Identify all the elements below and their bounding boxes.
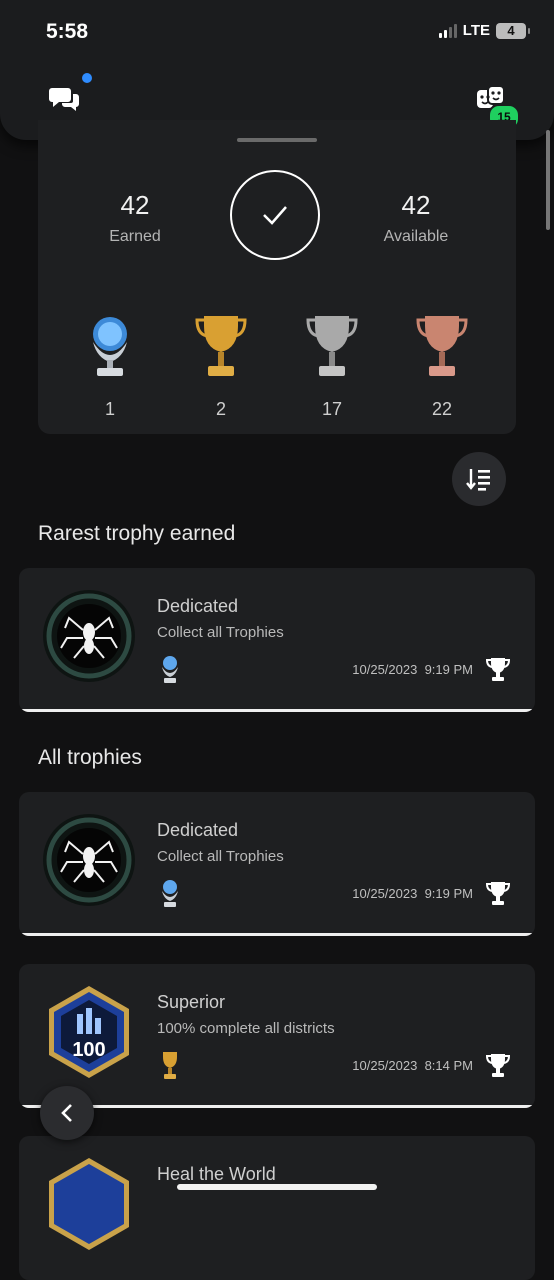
earned-label: Earned [109, 228, 161, 245]
trophy-row[interactable]: 100 Superior 100% complete all districts… [19, 964, 535, 1108]
trophy-row[interactable]: Dedicated Collect all Trophies 10/25/202… [19, 792, 535, 936]
trophy-description: Collect all Trophies [157, 848, 284, 865]
district-badge-icon: 100 [49, 986, 129, 1078]
gold-count: 2 [215, 399, 226, 419]
unread-dot [82, 73, 92, 83]
district-badge-text: 100 [72, 1039, 105, 1061]
home-indicator[interactable] [177, 1184, 377, 1190]
platinum-trophy-icon [93, 317, 127, 376]
bronze-count: 22 [431, 399, 453, 419]
all-trophies-section-title: All trophies [38, 746, 142, 769]
battery-icon: 4 [496, 22, 530, 39]
rarest-trophy-card[interactable]: Dedicated Collect all Trophies 10/25/202… [19, 568, 535, 712]
available-label: Available [383, 228, 449, 245]
trophy-description: 100% complete all districts [157, 1020, 335, 1037]
complete-check-icon [230, 170, 320, 260]
trophy-cup-icon [485, 882, 511, 905]
bronze-trophy-summary: 22 [402, 312, 482, 420]
trophy-name: Heal the World [157, 1164, 276, 1184]
platinum-count: 1 [104, 399, 115, 419]
card-underline [19, 1105, 535, 1108]
gold-trophy-summary: 2 [181, 312, 261, 420]
back-button[interactable] [40, 1086, 94, 1140]
trophy-earned-datetime: 10/25/2023 9:19 PM [352, 662, 473, 677]
rarest-section-title: Rarest trophy earned [38, 522, 236, 545]
card-underline [19, 709, 535, 712]
trophy-cup-icon [485, 1054, 511, 1077]
messages-icon[interactable] [48, 84, 82, 114]
trophy-row[interactable]: Heal the World [19, 1136, 535, 1280]
chevron-left-icon [61, 1104, 72, 1122]
trophy-description: Collect all Trophies [157, 624, 284, 641]
sort-icon [466, 469, 490, 491]
trophy-earned-datetime: 10/25/2023 9:19 PM [352, 886, 473, 901]
sort-button[interactable] [452, 452, 506, 506]
silver-trophy-icon [306, 316, 358, 376]
platinum-trophy-summary: 1 [70, 312, 150, 420]
platinum-trophy-icon [162, 880, 178, 907]
spider-emblem-icon [43, 814, 135, 906]
trophy-cup-icon [485, 658, 511, 681]
heal-badge-icon [49, 1158, 129, 1250]
bronze-trophy-icon [416, 316, 468, 376]
scrollbar[interactable] [546, 130, 550, 230]
signal-icon [438, 23, 457, 38]
trophy-name: Dedicated [157, 596, 239, 616]
trophy-name: Dedicated [157, 820, 239, 840]
platinum-trophy-icon [162, 656, 178, 683]
gold-trophy-icon [195, 316, 247, 376]
status-time: 5:58 [46, 20, 89, 43]
sheet-grabber[interactable] [237, 138, 317, 142]
earned-count: 42 [120, 190, 150, 220]
trophy-name: Superior [157, 992, 226, 1012]
silver-count: 17 [321, 399, 343, 419]
status-indicators: LTE 4 [438, 22, 530, 39]
trophy-earned-datetime: 10/25/2023 8:14 PM [352, 1058, 473, 1073]
spider-emblem-icon [43, 590, 135, 682]
available-count: 42 [401, 190, 431, 220]
gold-trophy-icon [163, 1052, 177, 1079]
card-underline [19, 933, 535, 936]
silver-trophy-summary: 17 [292, 312, 372, 420]
network-label: LTE [462, 22, 490, 39]
